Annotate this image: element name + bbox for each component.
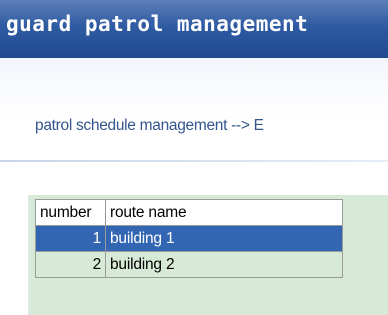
window-title: guard patrol management <box>6 12 309 36</box>
route-table: number route name 1 building 1 2 buildin… <box>35 199 343 278</box>
column-header-route-name[interactable]: route name <box>105 199 343 226</box>
column-header-number-label: number <box>40 203 92 221</box>
table-row[interactable]: 1 building 1 <box>35 225 343 252</box>
row-route-name-cell[interactable]: building 1 <box>105 225 343 252</box>
header-band <box>0 58 388 163</box>
row-number-cell[interactable]: 2 <box>35 251 106 278</box>
table-header-row: number route name <box>35 199 343 226</box>
column-header-number[interactable]: number <box>35 199 106 226</box>
row-route-name-cell[interactable]: building 2 <box>105 251 343 278</box>
breadcrumb[interactable]: patrol schedule management --> E <box>35 117 264 135</box>
row-number-cell[interactable]: 1 <box>35 225 106 252</box>
title-bar: guard patrol management <box>0 0 388 58</box>
table-row[interactable]: 2 building 2 <box>35 251 343 278</box>
left-gutter <box>0 195 29 315</box>
header-divider <box>0 160 388 162</box>
